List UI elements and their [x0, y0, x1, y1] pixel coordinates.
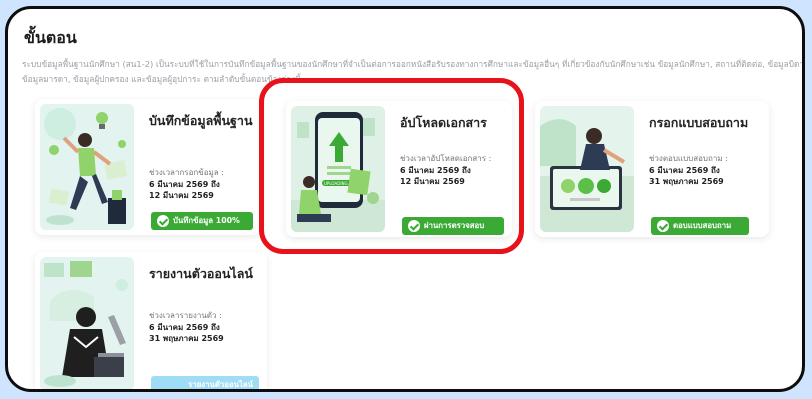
- period-end: 31 พฤษภาคม 2569: [149, 334, 224, 343]
- step-title: บันทึกข้อมูลพื้นฐาน: [149, 113, 253, 128]
- phone-upload-illustration: UPLOADING...: [291, 106, 385, 232]
- period-start: 6 มีนาคม 2569 ถึง: [400, 165, 471, 175]
- period-start: 6 มีนาคม 2569 ถึง: [649, 165, 720, 175]
- online-report-button-label: รายงานตัวออนไลน์: [188, 380, 253, 389]
- answer-survey-button[interactable]: ตอบแบบสอบถาม: [651, 217, 749, 235]
- verified-button[interactable]: ผ่านการตรวจสอบ: [402, 217, 504, 235]
- period-end: 12 มีนาคม 2569: [149, 191, 214, 200]
- answer-survey-button-label: ตอบแบบสอบถาม: [673, 221, 732, 230]
- step-title: อัปโหลดเอกสาร: [400, 115, 487, 130]
- period-start: 6 มีนาคม 2569 ถึง: [149, 179, 220, 189]
- verified-button-label: ผ่านการตรวจสอบ: [424, 221, 485, 230]
- check-circle-icon: [157, 215, 169, 227]
- uploading-text: UPLOADING...: [324, 181, 351, 186]
- period-label: ช่วงตอบแบบสอบถาม :: [649, 154, 728, 163]
- period-start: 6 มีนาคม 2569 ถึง: [149, 322, 220, 332]
- period-label: ช่วงเวลากรอกข้อมูล :: [149, 168, 224, 177]
- check-circle-icon: [657, 220, 669, 232]
- steps-panel: ขั้นตอน ระบบข้อมูลพื้นฐานนักศึกษา (สน1-2…: [5, 6, 805, 392]
- period-end: 31 พฤษภาคม 2569: [649, 177, 724, 186]
- step-card-online-report: รายงานตัวออนไลน์ ช่วงเวลารายงานตัว : 6 ม…: [35, 252, 267, 389]
- save-data-button[interactable]: บันทึกข้อมูล 100%: [151, 212, 253, 230]
- step-period: ช่วงเวลารายงานตัว : 6 มีนาคม 2569 ถึง 31…: [149, 310, 257, 345]
- section-title: ขั้นตอน: [24, 28, 77, 47]
- survey-rating-illustration: [540, 106, 634, 232]
- save-data-button-label: บันทึกข้อมูล 100%: [173, 216, 240, 225]
- person-with-lightbulbs-illustration: [40, 104, 134, 230]
- period-label: ช่วงเวลารายงานตัว :: [149, 311, 222, 320]
- step-card-questionnaire: กรอกแบบสอบถาม ช่วงตอบแบบสอบถาม : 6 มีนาค…: [535, 101, 769, 237]
- step-period: ช่วงตอบแบบสอบถาม : 6 มีนาคม 2569 ถึง 31 …: [649, 153, 757, 188]
- step-period: ช่วงเวลากรอกข้อมูล : 6 มีนาคม 2569 ถึง 1…: [149, 167, 257, 202]
- person-with-laptop-illustration: [40, 257, 134, 389]
- online-report-button[interactable]: รายงานตัวออนไลน์: [151, 376, 259, 389]
- step-title: กรอกแบบสอบถาม: [649, 115, 749, 130]
- period-label: ช่วงเวลาอัปโหลดเอกสาร :: [400, 154, 492, 163]
- step-card-basic-info: บันทึกข้อมูลพื้นฐาน ช่วงเวลากรอกข้อมูล :…: [35, 99, 261, 235]
- check-circle-icon: [408, 220, 420, 232]
- step-period: ช่วงเวลาอัปโหลดเอกสาร : 6 มีนาคม 2569 ถึ…: [400, 153, 508, 188]
- section-description: ระบบข้อมูลพื้นฐานนักศึกษา (สน1-2) เป็นระ…: [22, 59, 805, 84]
- step-title: รายงานตัวออนไลน์: [149, 266, 253, 281]
- step-card-upload-documents: UPLOADING... อัปโหลดเอกสาร ช่วงเวลาอัปโห…: [286, 101, 512, 237]
- period-end: 12 มีนาคม 2569: [400, 177, 465, 186]
